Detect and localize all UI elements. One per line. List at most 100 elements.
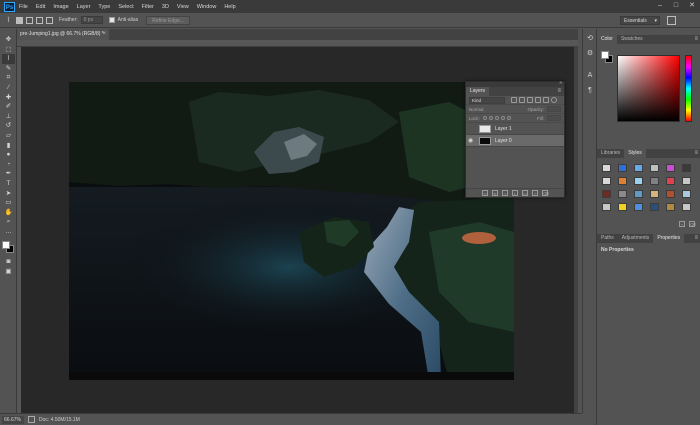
pen-tool-icon[interactable]: ✒ bbox=[2, 169, 15, 179]
style-swatch[interactable] bbox=[618, 190, 627, 198]
foreground-color-swatch[interactable] bbox=[2, 241, 10, 250]
style-swatch[interactable] bbox=[634, 203, 643, 211]
saturation-brightness-field[interactable] bbox=[617, 55, 680, 122]
close-tab-icon[interactable]: × bbox=[102, 29, 106, 40]
filter-toggle-icon[interactable] bbox=[551, 97, 557, 103]
styles-panel-menu-icon[interactable]: ≡ bbox=[694, 149, 698, 158]
history-brush-tool-icon[interactable]: ↺ bbox=[2, 121, 15, 131]
delete-style-icon[interactable]: ⌫ bbox=[689, 221, 696, 227]
lock-all-icon[interactable] bbox=[506, 116, 511, 120]
menu-view[interactable]: View bbox=[177, 4, 189, 10]
lock-transparent-icon[interactable] bbox=[482, 116, 487, 120]
path-selection-tool-icon[interactable]: ➤ bbox=[2, 189, 15, 199]
filter-adjustment-icon[interactable] bbox=[519, 97, 525, 103]
layer-style-icon[interactable]: fx bbox=[492, 190, 498, 196]
lasso-tool-preset-icon[interactable]: ⌇ bbox=[4, 16, 13, 25]
quick-selection-tool-icon[interactable]: ✎ bbox=[2, 64, 15, 74]
crop-tool-icon[interactable]: ⌗ bbox=[2, 73, 15, 83]
document-info[interactable]: Doc: 4.50M/15.1M bbox=[39, 417, 80, 423]
new-layer-icon[interactable]: + bbox=[532, 190, 538, 196]
fill-input[interactable] bbox=[547, 115, 561, 121]
tab-paths[interactable]: Paths bbox=[597, 234, 618, 243]
tab-color[interactable]: Color bbox=[597, 35, 617, 44]
menu-type[interactable]: Type bbox=[98, 4, 110, 10]
style-swatch[interactable] bbox=[618, 177, 627, 185]
color-panel-menu-icon[interactable]: ≡ bbox=[694, 35, 698, 44]
style-swatch[interactable] bbox=[682, 203, 691, 211]
zoom-level-input[interactable]: 66.67% bbox=[2, 415, 24, 424]
new-style-icon[interactable]: + bbox=[679, 221, 685, 227]
eraser-tool-icon[interactable]: ▱ bbox=[2, 131, 15, 141]
delete-layer-icon[interactable]: ⌫ bbox=[542, 190, 549, 196]
more-tools-icon[interactable]: … bbox=[2, 227, 15, 237]
link-layers-icon[interactable]: ∞ bbox=[482, 190, 488, 196]
layers-panel-close-icon[interactable]: » bbox=[559, 80, 562, 86]
antialias-checkbox[interactable] bbox=[108, 17, 115, 23]
move-tool-icon[interactable]: ✥ bbox=[2, 35, 15, 45]
lock-artboard-icon[interactable] bbox=[500, 116, 505, 120]
style-swatch[interactable] bbox=[682, 190, 691, 198]
workspace-select[interactable]: Essentials bbox=[620, 16, 660, 25]
style-swatch[interactable] bbox=[634, 190, 643, 198]
hue-slider[interactable] bbox=[685, 55, 692, 122]
menu-filter[interactable]: Filter bbox=[142, 4, 154, 10]
document-image[interactable] bbox=[69, 82, 514, 380]
layers-panel-menu-icon[interactable]: ≡ bbox=[557, 87, 561, 96]
filter-smart-object-icon[interactable] bbox=[543, 97, 549, 103]
lock-image-icon[interactable] bbox=[488, 116, 493, 120]
maximize-button[interactable]: □ bbox=[672, 2, 680, 10]
menu-select[interactable]: Select bbox=[118, 4, 133, 10]
style-swatch[interactable] bbox=[682, 164, 691, 172]
style-swatch[interactable] bbox=[650, 190, 659, 198]
add-to-selection-icon[interactable] bbox=[26, 16, 33, 24]
menu-layer[interactable]: Layer bbox=[77, 4, 91, 10]
style-swatch[interactable] bbox=[650, 177, 659, 185]
menu-image[interactable]: Image bbox=[53, 4, 68, 10]
filter-shape-icon[interactable] bbox=[535, 97, 541, 103]
filter-pixel-icon[interactable] bbox=[511, 97, 517, 103]
tab-layers[interactable]: Layers bbox=[466, 87, 490, 96]
clone-stamp-tool-icon[interactable]: ⊥ bbox=[2, 112, 15, 122]
gradient-tool-icon[interactable]: ▮ bbox=[2, 141, 15, 151]
subtract-from-selection-icon[interactable] bbox=[36, 16, 43, 24]
menu-window[interactable]: Window bbox=[197, 4, 217, 10]
style-swatch[interactable] bbox=[618, 164, 627, 172]
blur-tool-icon[interactable]: ● bbox=[2, 150, 15, 160]
menu-edit[interactable]: Edit bbox=[36, 4, 45, 10]
style-swatch[interactable] bbox=[602, 164, 611, 172]
lasso-tool-icon[interactable]: ⌇ bbox=[2, 54, 15, 64]
style-swatch[interactable] bbox=[666, 177, 675, 185]
refine-edge-button[interactable]: Refine Edge... bbox=[146, 15, 190, 25]
brush-tool-icon[interactable]: ✐ bbox=[2, 102, 15, 112]
tab-swatches[interactable]: Swatches bbox=[617, 35, 647, 44]
hand-tool-icon[interactable]: ✋ bbox=[2, 208, 15, 218]
style-swatch[interactable] bbox=[666, 203, 675, 211]
style-swatch[interactable] bbox=[650, 203, 659, 211]
opacity-input[interactable] bbox=[547, 106, 561, 112]
style-swatch[interactable] bbox=[618, 203, 627, 211]
menu-file[interactable]: File bbox=[19, 4, 28, 10]
export-icon[interactable] bbox=[28, 416, 35, 423]
minimize-button[interactable]: – bbox=[656, 2, 664, 10]
style-swatch[interactable] bbox=[634, 177, 643, 185]
tab-styles[interactable]: Styles bbox=[624, 149, 646, 158]
layer-row[interactable]: ◉ Layer 0 bbox=[466, 135, 564, 147]
new-group-icon[interactable]: ▭ bbox=[522, 190, 528, 196]
style-swatch[interactable] bbox=[682, 177, 691, 185]
character-icon[interactable]: A bbox=[585, 71, 595, 81]
rectangle-tool-icon[interactable]: ▭ bbox=[2, 198, 15, 208]
blend-mode-select[interactable]: Normal bbox=[469, 107, 484, 112]
marquee-tool-icon[interactable]: ⬚ bbox=[2, 45, 15, 55]
style-swatch[interactable] bbox=[634, 164, 643, 172]
filter-kind-select[interactable]: Kind bbox=[469, 96, 505, 104]
style-swatch[interactable] bbox=[666, 190, 675, 198]
feather-input[interactable]: 0 px bbox=[80, 16, 103, 24]
style-swatch[interactable] bbox=[602, 177, 611, 185]
close-button[interactable]: ✕ bbox=[688, 2, 696, 10]
tab-adjustments[interactable]: Adjustments bbox=[618, 234, 654, 243]
vertical-scrollbar[interactable] bbox=[574, 47, 578, 413]
zoom-tool-icon[interactable]: ⌕ bbox=[2, 217, 15, 227]
properties-icon[interactable]: ⚙ bbox=[585, 49, 595, 59]
eye-icon[interactable]: ◉ bbox=[466, 137, 475, 144]
screen-mode-icon[interactable]: ▣ bbox=[2, 267, 15, 277]
